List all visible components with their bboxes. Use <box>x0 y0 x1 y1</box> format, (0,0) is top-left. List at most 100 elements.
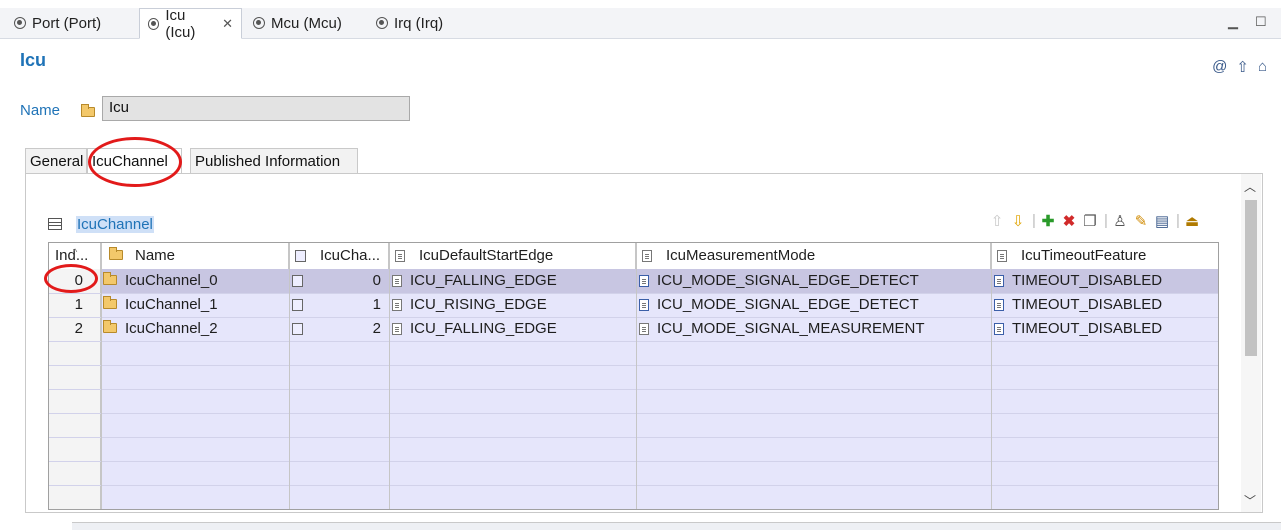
tab-label: Mcu (Mcu) <box>271 14 342 32</box>
chevron-down-icon[interactable]: ﹀ <box>1244 492 1256 509</box>
column-header-name[interactable]: Name <box>101 243 289 269</box>
tab-port[interactable]: Port (Port) <box>6 8 109 38</box>
row-divider <box>49 485 1218 486</box>
row-name[interactable]: IcuChannel_2 <box>101 317 289 341</box>
column-header-index[interactable]: ^ Ind... <box>49 243 101 269</box>
row-default-start-edge[interactable]: ICU_FALLING_EDGE <box>389 317 636 341</box>
column-header-default-start-edge[interactable]: IcuDefaultStartEdge <box>389 243 636 269</box>
row-channel-id[interactable]: 2 <box>289 317 389 341</box>
delete-icon[interactable]: ✖ <box>1062 212 1076 230</box>
number-icon <box>292 299 303 312</box>
row-divider <box>49 461 1218 462</box>
row-measurement-mode[interactable]: ICU_MODE_SIGNAL_EDGE_DETECT <box>636 269 991 293</box>
row-index: 2 <box>74 320 83 337</box>
enum-icon <box>639 299 649 312</box>
sort-icon: ^ <box>73 247 78 257</box>
column-divider <box>289 243 290 509</box>
name-field[interactable]: Icu <box>102 96 410 121</box>
table-icon <box>48 218 62 230</box>
folder-icon <box>109 247 123 260</box>
separator: | <box>1032 212 1036 229</box>
row-timeout-feature[interactable]: TIMEOUT_DISABLED <box>991 317 1218 341</box>
row-default-start-edge[interactable]: ICU_FALLING_EDGE <box>389 269 636 293</box>
enum-icon <box>994 323 1004 336</box>
folder-icon <box>103 320 117 333</box>
minimize-icon[interactable]: ▁ <box>1228 14 1238 30</box>
row-index: 0 <box>74 272 83 289</box>
row-channel-id[interactable]: 1 <box>289 293 389 317</box>
row-measurement-mode[interactable]: ICU_MODE_SIGNAL_MEASUREMENT <box>636 317 991 341</box>
table-header: ^ Ind... Name IcuCha... IcuDefaultStartE… <box>49 243 1218 270</box>
separator: | <box>1104 212 1108 229</box>
document-icon <box>392 299 402 312</box>
scrollbar-thumb[interactable] <box>1245 200 1257 356</box>
export-icon[interactable]: ⏏ <box>1185 212 1199 230</box>
move-down-icon[interactable]: ⇩ <box>1011 212 1025 230</box>
vertical-scrollbar[interactable]: ︿ ﹀ <box>1241 174 1261 512</box>
row-divider <box>49 341 1218 342</box>
name-label: Name <box>20 102 61 119</box>
editor-tab-bar: Port (Port) Icu (Icu) ✕ Mcu (Mcu) Irq (I… <box>0 7 1281 41</box>
close-icon[interactable]: ✕ <box>222 16 233 32</box>
row-divider <box>49 389 1218 390</box>
enum-icon <box>639 275 649 288</box>
tab-icu[interactable]: Icu (Icu) ✕ <box>139 7 242 41</box>
column-header-timeout-feature[interactable]: IcuTimeoutFeature <box>991 243 1218 269</box>
row-timeout-feature[interactable]: TIMEOUT_DISABLED <box>991 269 1218 293</box>
table-row[interactable]: 1 IcuChannel_1 1 ICU_RISING_EDGE ICU_MOD… <box>49 293 1218 317</box>
row-default-start-edge[interactable]: ICU_RISING_EDGE <box>389 293 636 317</box>
number-icon <box>295 250 306 263</box>
row-name[interactable]: IcuChannel_0 <box>101 269 289 293</box>
home-icon[interactable]: ⌂ <box>1258 58 1267 76</box>
module-icon <box>14 17 26 29</box>
form-title: Icu <box>20 50 47 70</box>
up-arrow-icon[interactable]: ⇧ <box>1236 58 1249 76</box>
column-divider <box>389 243 390 509</box>
document-icon <box>392 323 402 336</box>
column-header-measurement-mode[interactable]: IcuMeasurementMode <box>636 243 991 269</box>
folder-icon <box>81 104 95 117</box>
tab-irq[interactable]: Irq (Irq) <box>368 8 451 38</box>
edit-icon[interactable]: ✎ <box>1134 212 1148 230</box>
tab-label: Port (Port) <box>32 14 102 32</box>
separator: | <box>1176 212 1180 229</box>
column-divider <box>636 243 637 509</box>
module-icon <box>148 17 160 30</box>
table-row[interactable]: 0 IcuChannel_0 0 ICU_FALLING_EDGE ICU_MO… <box>49 269 1218 293</box>
column-header-channel-id[interactable]: IcuCha... <box>289 243 389 269</box>
tab-general[interactable]: General <box>25 148 87 174</box>
table-row[interactable]: 2 IcuChannel_2 2 ICU_FALLING_EDGE ICU_MO… <box>49 317 1218 341</box>
row-divider <box>49 365 1218 366</box>
document-icon <box>392 275 402 288</box>
column-divider <box>991 243 992 509</box>
document-icon <box>639 323 649 336</box>
row-measurement-mode[interactable]: ICU_MODE_SIGNAL_EDGE_DETECT <box>636 293 991 317</box>
icuchannel-table: ^ Ind... Name IcuCha... IcuDefaultStartE… <box>48 242 1219 510</box>
copy-icon[interactable]: ❐ <box>1083 212 1097 230</box>
add-icon[interactable]: ✚ <box>1041 212 1055 230</box>
section-title: IcuChannel <box>76 216 154 233</box>
enum-icon <box>994 275 1004 288</box>
chevron-up-icon[interactable]: ︿ <box>1244 178 1256 195</box>
module-icon <box>376 17 388 29</box>
edit-table-icon[interactable]: ▤ <box>1155 212 1169 230</box>
row-name[interactable]: IcuChannel_1 <box>101 293 289 317</box>
move-up-icon[interactable]: ⇧ <box>990 212 1004 230</box>
enum-icon <box>994 299 1004 312</box>
row-channel-id[interactable]: 0 <box>289 269 389 293</box>
row-divider <box>49 317 1218 318</box>
tab-mcu[interactable]: Mcu (Mcu) <box>245 8 350 38</box>
title-toolbar: @ ⇧ ⌂ <box>1212 58 1267 76</box>
tab-published-information[interactable]: Published Information <box>190 148 358 174</box>
person-icon[interactable]: ♙ <box>1113 212 1127 230</box>
document-icon <box>642 250 652 263</box>
row-index: 1 <box>74 296 83 313</box>
tab-icuchannel[interactable]: IcuChannel <box>87 148 182 174</box>
row-divider <box>49 293 1218 294</box>
tab-label: Irq (Irq) <box>394 14 444 32</box>
row-timeout-feature[interactable]: TIMEOUT_DISABLED <box>991 293 1218 317</box>
maximize-icon[interactable]: ☐ <box>1255 14 1267 30</box>
document-icon <box>997 250 1007 263</box>
number-icon <box>292 323 303 336</box>
at-icon[interactable]: @ <box>1212 58 1227 76</box>
